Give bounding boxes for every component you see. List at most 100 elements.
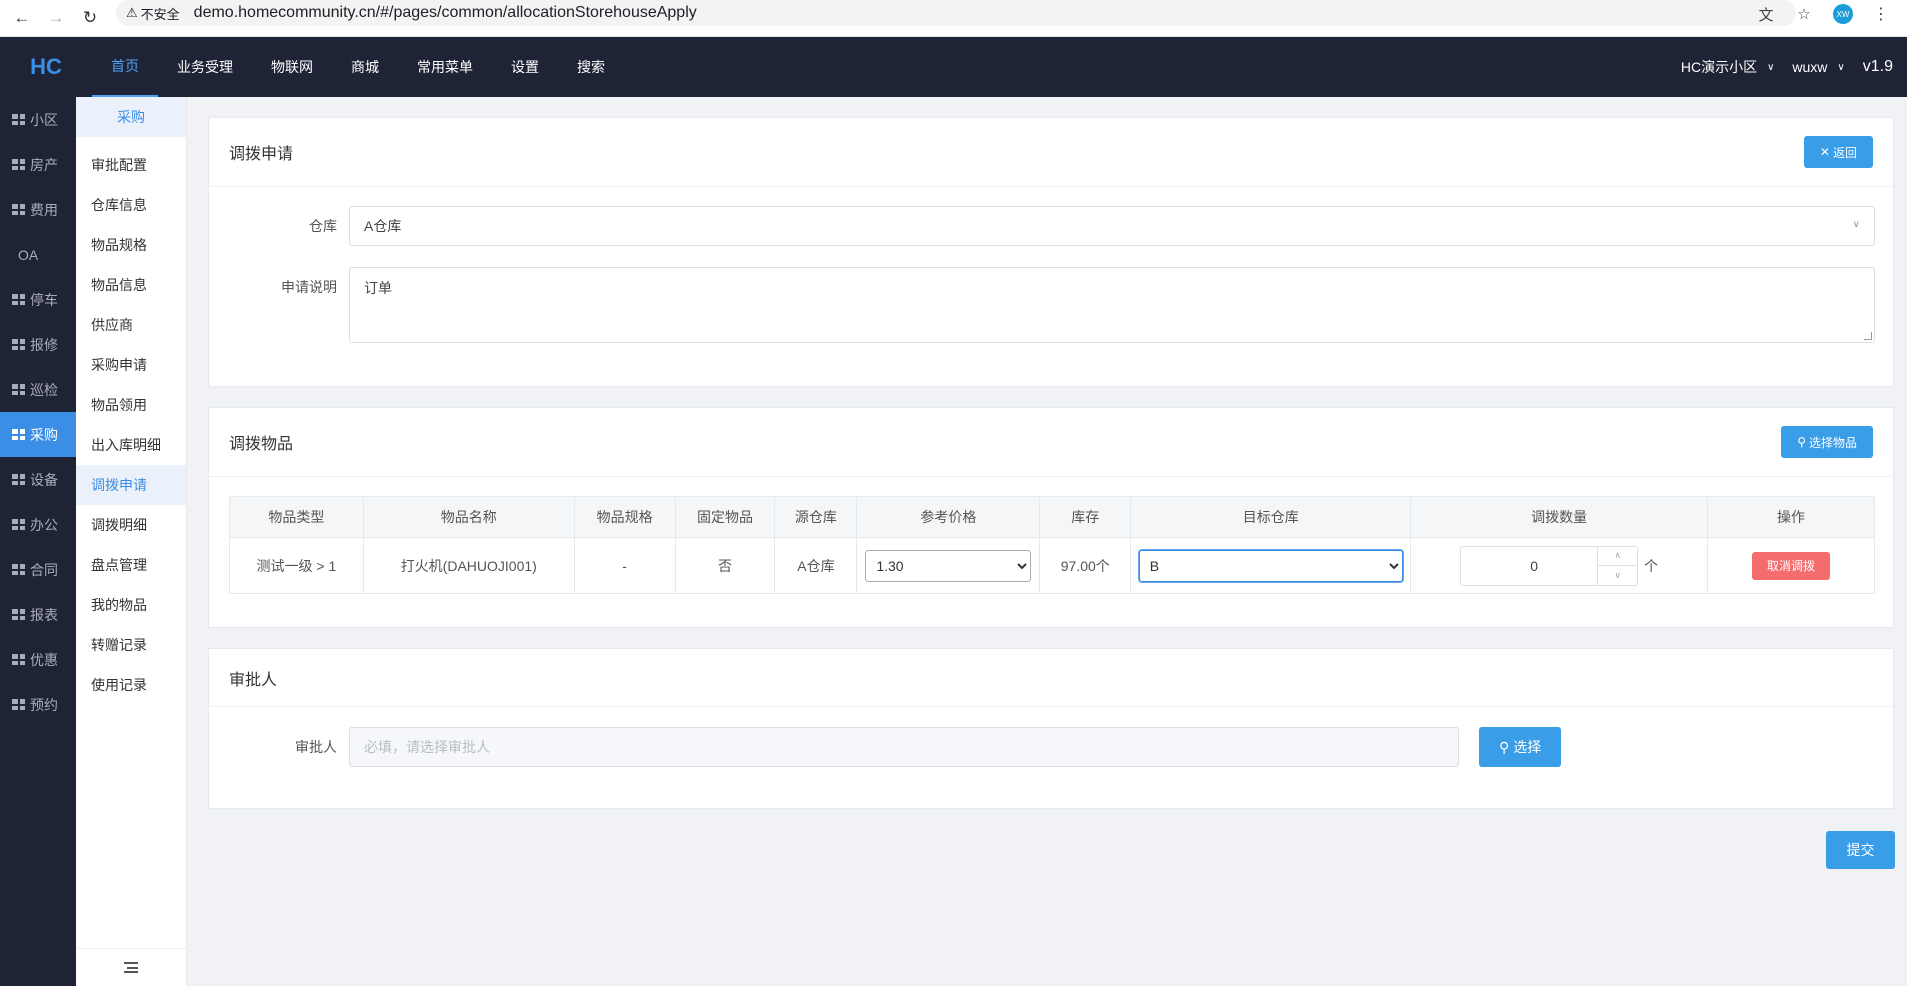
reload-icon[interactable]: ↻	[78, 6, 102, 30]
quantity-unit: 个	[1644, 557, 1659, 574]
forward-arrow-icon[interactable]: →	[44, 6, 68, 30]
rail-item-purchase[interactable]: 采购	[0, 412, 76, 457]
rail-item-fees[interactable]: 费用	[0, 187, 76, 232]
top-menu-iot[interactable]: 物联网	[252, 37, 332, 97]
rail-item-office[interactable]: 办公	[0, 502, 76, 547]
submenu-item-my-items[interactable]: 我的物品	[76, 585, 186, 625]
rail-item-contract[interactable]: 合同	[0, 547, 76, 592]
submenu-item-item-spec[interactable]: 物品规格	[76, 225, 186, 265]
grid-icon	[12, 204, 25, 215]
panel-title: 调拨物品	[229, 436, 294, 453]
submenu-item-allocation-apply[interactable]: 调拨申请	[76, 465, 186, 505]
submenu-item-inventory[interactable]: 盘点管理	[76, 545, 186, 585]
top-menu-home[interactable]: 首页	[92, 37, 158, 97]
price-select[interactable]: 1.30	[865, 549, 1032, 582]
rail-item-equipment[interactable]: 设备	[0, 457, 76, 502]
version-label: v1.9	[1862, 58, 1893, 75]
item-source: A仓库	[774, 537, 858, 594]
submenu-item-usage-record[interactable]: 使用记录	[76, 665, 186, 705]
submenu-title: 采购	[76, 97, 186, 137]
col-header: 目标仓库	[1130, 496, 1412, 538]
top-menu-settings[interactable]: 设置	[492, 37, 558, 97]
submit-button[interactable]: 提交	[1826, 831, 1895, 869]
top-menu-business[interactable]: 业务受理	[158, 37, 252, 97]
col-header: 固定物品	[674, 496, 776, 538]
address-bar[interactable]: ⚠ 不安全 demo.homecommunity.cn/#/pages/comm…	[116, 0, 1796, 26]
search-icon: ⚲	[1797, 435, 1806, 449]
col-header: 参考价格	[856, 496, 1041, 538]
translate-icon[interactable]: 文	[1757, 5, 1775, 24]
panel-title: 审批人	[229, 671, 278, 689]
warning-icon: ⚠	[126, 5, 138, 20]
rail-item-property[interactable]: 房产	[0, 142, 76, 187]
resize-handle[interactable]	[1864, 332, 1872, 340]
approver-input[interactable]: 必填，请选择审批人	[349, 727, 1459, 767]
col-header: 物品规格	[573, 496, 676, 538]
security-indicator[interactable]: ⚠ 不安全	[126, 4, 180, 23]
submenu-item-allocation-detail[interactable]: 调拨明细	[76, 505, 186, 545]
decrement-icon[interactable]: ∨	[1598, 566, 1637, 585]
browser-toolbar: ← → ↻ ⚠ 不安全 demo.homecommunity.cn/#/page…	[0, 0, 1907, 37]
collapse-icon	[124, 962, 138, 973]
submenu-item-approval-config[interactable]: 审批配置	[76, 145, 186, 185]
top-menu: 首页 业务受理 物联网 商城 常用菜单 设置 搜索	[92, 37, 624, 97]
warehouse-label: 仓库	[309, 218, 337, 234]
grid-icon	[12, 699, 25, 710]
submenu-item-item-use[interactable]: 物品领用	[76, 385, 186, 425]
item-name: 打火机(DAHUOJI001)	[362, 537, 575, 594]
quantity-input[interactable]: 0 ∧ ∨	[1460, 545, 1639, 586]
submenu-item-supplier[interactable]: 供应商	[76, 305, 186, 345]
grid-icon	[12, 114, 25, 125]
chevron-down-icon: ∨	[1852, 219, 1860, 230]
rail-item-repair[interactable]: 报修	[0, 322, 76, 367]
grid-icon	[12, 384, 25, 395]
target-warehouse-select[interactable]: B	[1138, 549, 1403, 582]
table-row: 测试一级 > 1 打火机(DAHUOJI001) - 否 A仓库 1.30 97…	[229, 537, 1875, 594]
bookmark-star-icon[interactable]: ☆	[1795, 5, 1813, 23]
profile-avatar[interactable]: XW	[1833, 4, 1853, 24]
submenu-item-purchase-apply[interactable]: 采购申请	[76, 345, 186, 385]
rail-item-inspection[interactable]: 巡检	[0, 367, 76, 412]
warehouse-select[interactable]: A仓库 ∨	[349, 206, 1875, 246]
panel-title: 调拨申请	[229, 146, 294, 163]
submenu-item-transfer-record[interactable]: 转赠记录	[76, 625, 186, 665]
select-approver-button[interactable]: ⚲ 选择	[1479, 727, 1562, 767]
approver-label: 审批人	[295, 739, 337, 755]
top-menu-mall[interactable]: 商城	[332, 37, 398, 97]
item-fixed: 否	[674, 537, 776, 594]
rail-item-parking[interactable]: 停车	[0, 277, 76, 322]
rail-item-oa[interactable]: OA	[0, 232, 76, 277]
rail-item-discount[interactable]: 优惠	[0, 637, 76, 682]
items-panel: 调拨物品 ⚲ 选择物品 物品类型 物品名称 物品规格 固定物品 源仓库 参考价格…	[208, 407, 1894, 628]
browser-menu-icon[interactable]: ⋮	[1873, 4, 1889, 24]
top-menu-common[interactable]: 常用菜单	[398, 37, 492, 97]
top-menu-search[interactable]: 搜索	[558, 37, 624, 97]
description-textarea[interactable]: 订单	[349, 267, 1875, 343]
app-logo[interactable]: HC	[0, 54, 92, 80]
back-button[interactable]: ✕ 返回	[1803, 136, 1873, 168]
rail-item-booking[interactable]: 预约	[0, 682, 76, 727]
grid-icon	[12, 294, 25, 305]
items-table: 物品类型 物品名称 物品规格 固定物品 源仓库 参考价格 库存 目标仓库 调拨数…	[229, 496, 1875, 594]
select-items-button[interactable]: ⚲ 选择物品	[1781, 426, 1873, 458]
submenu-item-stock-detail[interactable]: 出入库明细	[76, 425, 186, 465]
rail-item-community[interactable]: 小区	[0, 97, 76, 142]
user-dropdown[interactable]: wuxw ∨	[1792, 59, 1844, 75]
grid-icon	[12, 609, 25, 620]
submenu: 采购 审批配置 仓库信息 物品规格 物品信息 供应商 采购申请 物品领用 出入库…	[76, 97, 187, 986]
collapse-menu-button[interactable]	[76, 948, 186, 986]
quantity-stepper: 0 ∧ ∨ 个	[1460, 545, 1659, 586]
url-text[interactable]: demo.homecommunity.cn/#/pages/common/all…	[194, 4, 697, 22]
community-dropdown[interactable]: HC演示小区 ∨	[1681, 57, 1775, 77]
back-arrow-icon[interactable]: ←	[10, 6, 34, 30]
submenu-item-item-info[interactable]: 物品信息	[76, 265, 186, 305]
increment-icon[interactable]: ∧	[1598, 547, 1638, 566]
col-header: 源仓库	[774, 496, 858, 538]
apply-panel: 调拨申请 ✕ 返回 仓库 A仓库 ∨ 申请说明 订单	[208, 117, 1894, 387]
item-type: 测试一级 > 1	[229, 537, 364, 594]
rail-item-report[interactable]: 报表	[0, 592, 76, 637]
approver-panel: 审批人 审批人 必填，请选择审批人 ⚲ 选择	[208, 648, 1894, 809]
cancel-allocation-button[interactable]: 取消调拨	[1752, 551, 1831, 580]
chevron-down-icon: ∨	[1767, 61, 1775, 73]
submenu-item-warehouse-info[interactable]: 仓库信息	[76, 185, 186, 225]
